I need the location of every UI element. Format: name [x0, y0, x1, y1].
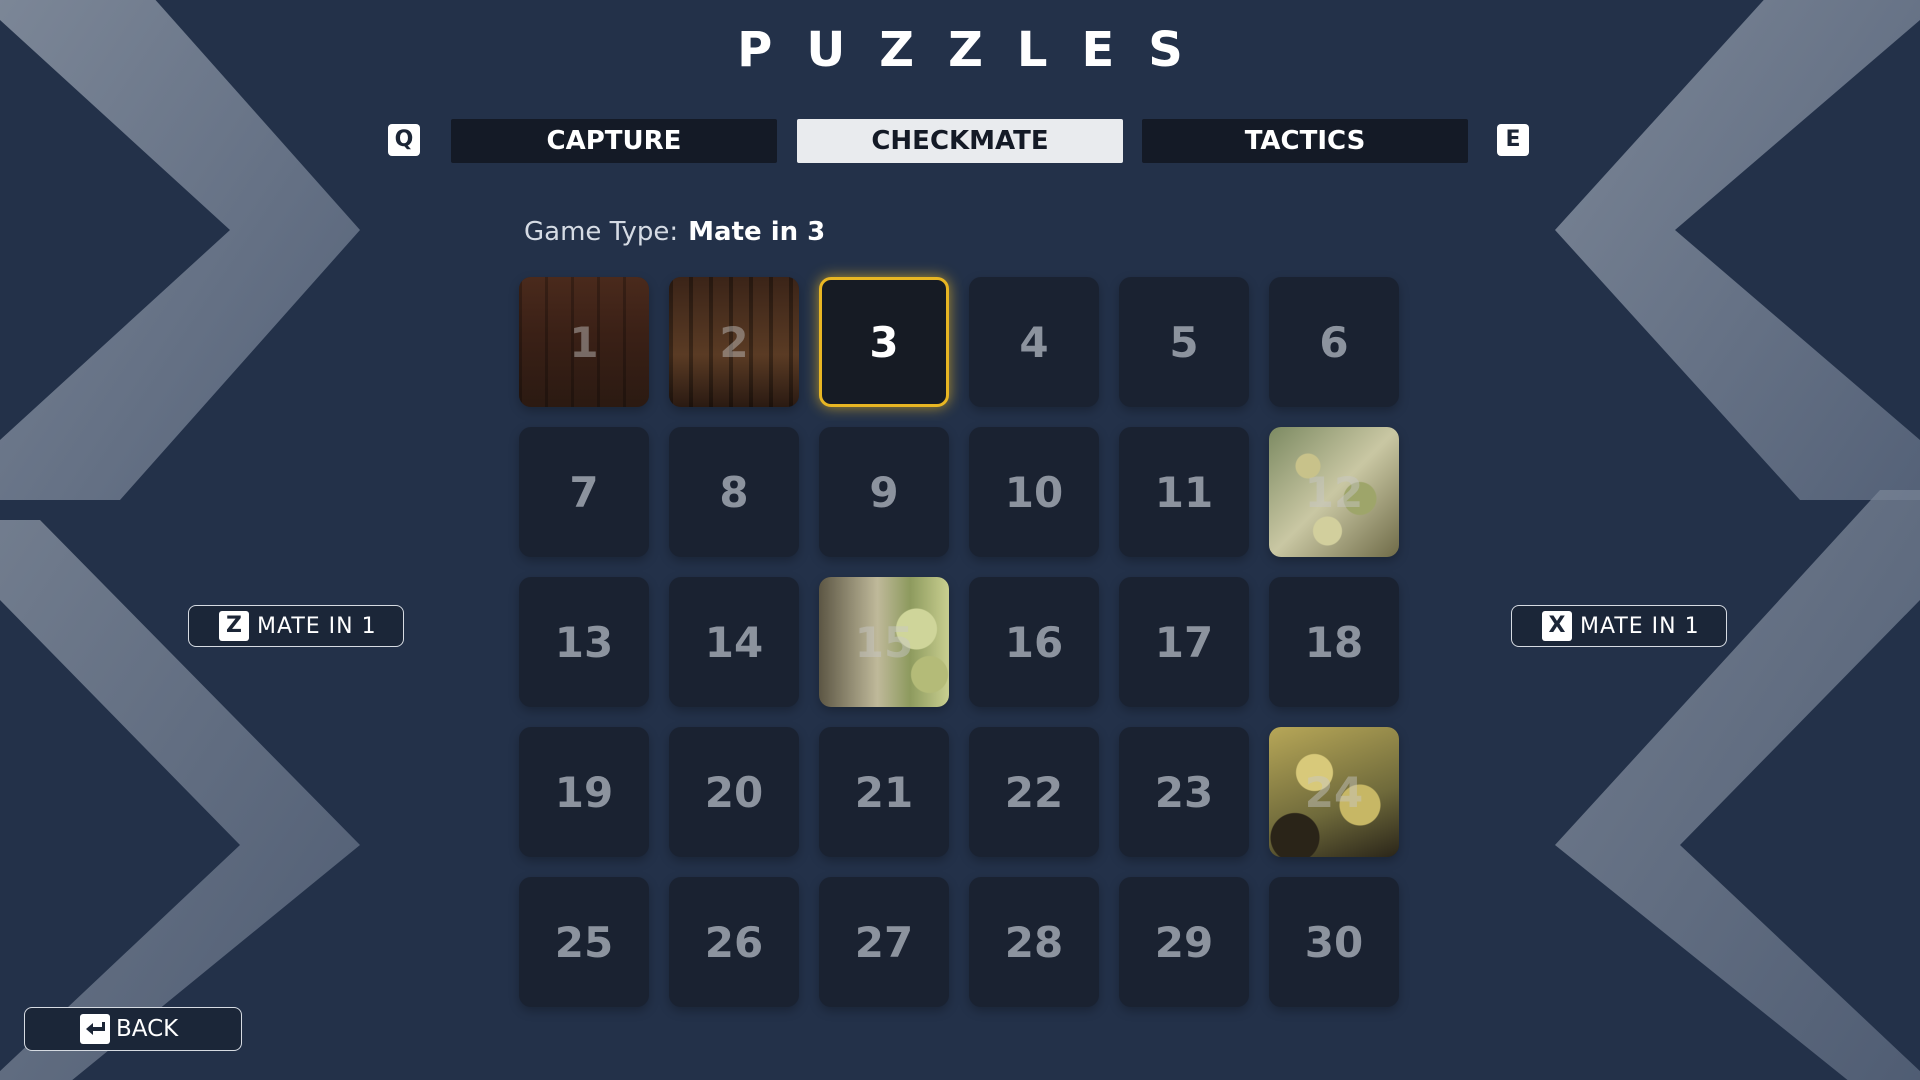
puzzle-tile[interactable]: 21: [819, 727, 949, 857]
puzzle-number: 15: [854, 617, 914, 667]
z-key-hint: Z: [219, 611, 249, 641]
puzzle-number: 18: [1304, 617, 1364, 667]
tab-checkmate[interactable]: CHECKMATE: [797, 119, 1123, 163]
puzzle-tile[interactable]: 2: [669, 277, 799, 407]
puzzle-number: 5: [1169, 317, 1199, 367]
puzzle-number: 29: [1154, 917, 1214, 967]
back-label: BACK: [116, 1016, 179, 1042]
puzzle-number: 24: [1304, 767, 1364, 817]
puzzle-number: 17: [1154, 617, 1214, 667]
puzzle-number: 9: [869, 467, 899, 517]
puzzle-tile[interactable]: 7: [519, 427, 649, 557]
puzzle-tile[interactable]: 17: [1119, 577, 1249, 707]
puzzle-tile[interactable]: 19: [519, 727, 649, 857]
puzzle-tile[interactable]: 24: [1269, 727, 1399, 857]
puzzle-number: 25: [554, 917, 614, 967]
puzzle-tile[interactable]: 26: [669, 877, 799, 1007]
puzzle-number: 16: [1004, 617, 1064, 667]
puzzle-number: 4: [1019, 317, 1049, 367]
game-type-label: Game Type:: [524, 217, 679, 247]
puzzle-number: 21: [854, 767, 914, 817]
back-button[interactable]: BACK: [24, 1007, 242, 1051]
puzzle-number: 2: [719, 317, 749, 367]
puzzle-tile[interactable]: 5: [1119, 277, 1249, 407]
game-type-value: Mate in 3: [688, 217, 826, 247]
next-mode-label: MATE IN 1: [1580, 613, 1700, 639]
prev-mode-button[interactable]: Z MATE IN 1: [188, 605, 404, 647]
game-type: Game Type: Mate in 3: [524, 217, 825, 247]
puzzle-tile[interactable]: 15: [819, 577, 949, 707]
puzzle-number: 30: [1304, 917, 1364, 967]
puzzle-tile[interactable]: 1: [519, 277, 649, 407]
puzzle-tile[interactable]: 23: [1119, 727, 1249, 857]
tab-capture[interactable]: CAPTURE: [451, 119, 777, 163]
next-mode-button[interactable]: X MATE IN 1: [1511, 605, 1727, 647]
puzzle-tile[interactable]: 14: [669, 577, 799, 707]
puzzle-number: 13: [554, 617, 614, 667]
puzzle-number: 1: [569, 317, 599, 367]
puzzle-tile[interactable]: 12: [1269, 427, 1399, 557]
x-key-hint: X: [1542, 611, 1572, 641]
e-key-hint[interactable]: E: [1497, 124, 1529, 156]
puzzle-tile[interactable]: 8: [669, 427, 799, 557]
prev-mode-label: MATE IN 1: [257, 613, 377, 639]
puzzle-number: 3: [869, 317, 899, 367]
puzzle-number: 22: [1004, 767, 1064, 817]
puzzle-tile[interactable]: 30: [1269, 877, 1399, 1007]
puzzle-grid: 1 2 3 4 5 6 7 8 9 10 11 12 13 14 15 16 1…: [519, 277, 1401, 1007]
puzzle-number: 19: [554, 767, 614, 817]
page-title: PUZZLES: [737, 22, 1217, 78]
puzzle-tile[interactable]: 13: [519, 577, 649, 707]
puzzle-tile[interactable]: 11: [1119, 427, 1249, 557]
puzzle-tile[interactable]: 22: [969, 727, 1099, 857]
puzzle-tile[interactable]: 20: [669, 727, 799, 857]
puzzle-tile[interactable]: 27: [819, 877, 949, 1007]
puzzle-tile[interactable]: 29: [1119, 877, 1249, 1007]
puzzle-number: 8: [719, 467, 749, 517]
puzzle-tile[interactable]: 9: [819, 427, 949, 557]
q-key-hint[interactable]: Q: [388, 124, 420, 156]
puzzle-tile[interactable]: 16: [969, 577, 1099, 707]
puzzle-number: 11: [1154, 467, 1214, 517]
puzzle-tile[interactable]: 28: [969, 877, 1099, 1007]
puzzle-number: 27: [854, 917, 914, 967]
back-arrow-icon: [80, 1014, 110, 1044]
tab-tactics[interactable]: TACTICS: [1142, 119, 1468, 163]
puzzle-tile[interactable]: 18: [1269, 577, 1399, 707]
puzzle-number: 10: [1004, 467, 1064, 517]
puzzle-number: 12: [1304, 467, 1364, 517]
puzzle-tile[interactable]: 4: [969, 277, 1099, 407]
puzzle-number: 6: [1319, 317, 1349, 367]
puzzle-number: 28: [1004, 917, 1064, 967]
puzzle-number: 14: [704, 617, 764, 667]
puzzle-number: 26: [704, 917, 764, 967]
puzzle-number: 7: [569, 467, 599, 517]
puzzle-tile[interactable]: 6: [1269, 277, 1399, 407]
puzzle-number: 20: [704, 767, 764, 817]
puzzle-tile-selected[interactable]: 3: [819, 277, 949, 407]
puzzle-tile[interactable]: 10: [969, 427, 1099, 557]
puzzle-tile[interactable]: 25: [519, 877, 649, 1007]
puzzle-number: 23: [1154, 767, 1214, 817]
